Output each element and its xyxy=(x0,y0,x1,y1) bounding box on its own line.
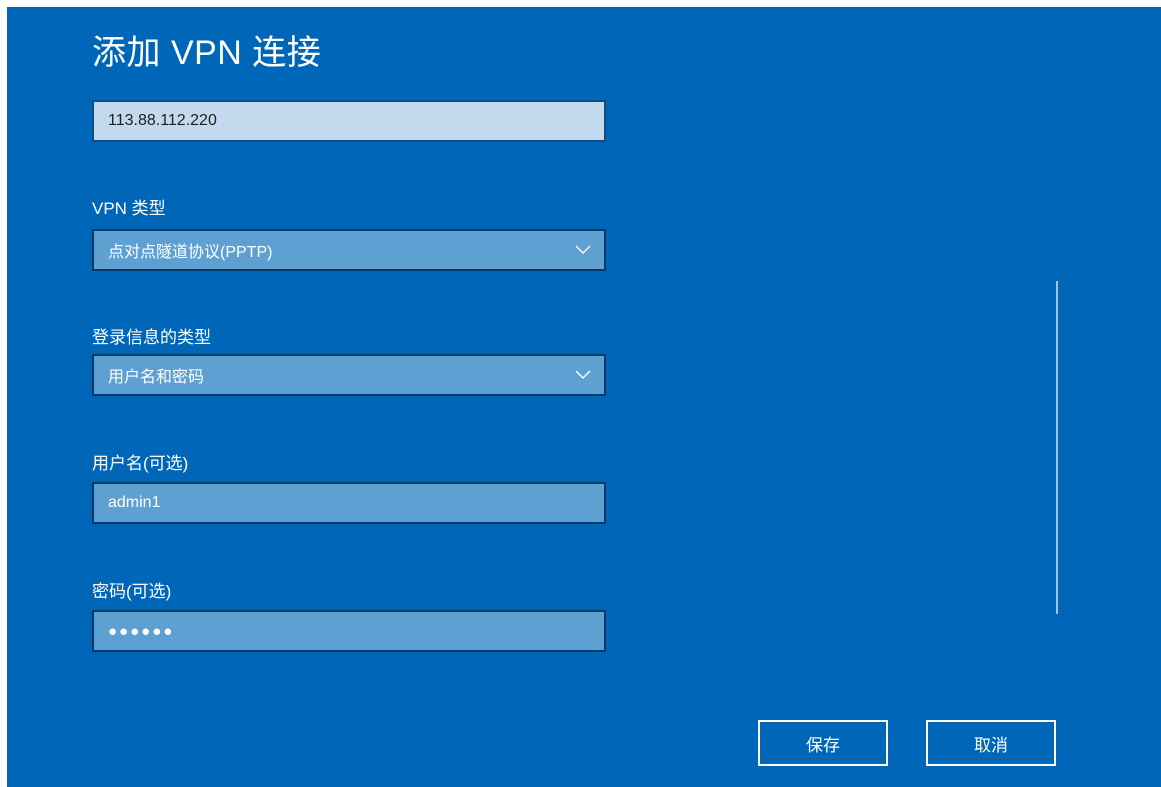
cancel-button[interactable]: 取消 xyxy=(926,720,1056,766)
password-input[interactable]: ●●●●●● xyxy=(92,610,606,652)
server-address-field[interactable]: 113.88.112.220 xyxy=(92,100,606,142)
dialog-title: 添加 VPN 连接 xyxy=(92,34,322,72)
username-label: 用户名(可选) xyxy=(92,454,189,473)
chevron-down-icon xyxy=(574,366,592,384)
vpn-type-dropdown[interactable]: 点对点隧道协议(PPTP) xyxy=(92,229,606,271)
signin-type-label: 登录信息的类型 xyxy=(92,328,211,347)
chevron-down-icon xyxy=(574,241,592,259)
server-address-value: 113.88.112.220 xyxy=(108,112,217,129)
password-label: 密码(可选) xyxy=(92,582,172,601)
vpn-type-label: VPN 类型 xyxy=(92,199,166,218)
add-vpn-dialog: 添加 VPN 连接 113.88.112.220 VPN 类型 点对点隧道协议(… xyxy=(7,7,1161,787)
password-masked-value: ●●●●●● xyxy=(108,622,175,640)
vpn-type-selected: 点对点隧道协议(PPTP) xyxy=(108,244,273,261)
signin-type-selected: 用户名和密码 xyxy=(108,369,205,386)
save-button[interactable]: 保存 xyxy=(758,720,888,766)
username-input[interactable]: admin1 xyxy=(92,482,606,524)
signin-type-dropdown[interactable]: 用户名和密码 xyxy=(92,354,606,396)
username-value: admin1 xyxy=(108,494,161,511)
scrollbar[interactable] xyxy=(1056,281,1058,614)
